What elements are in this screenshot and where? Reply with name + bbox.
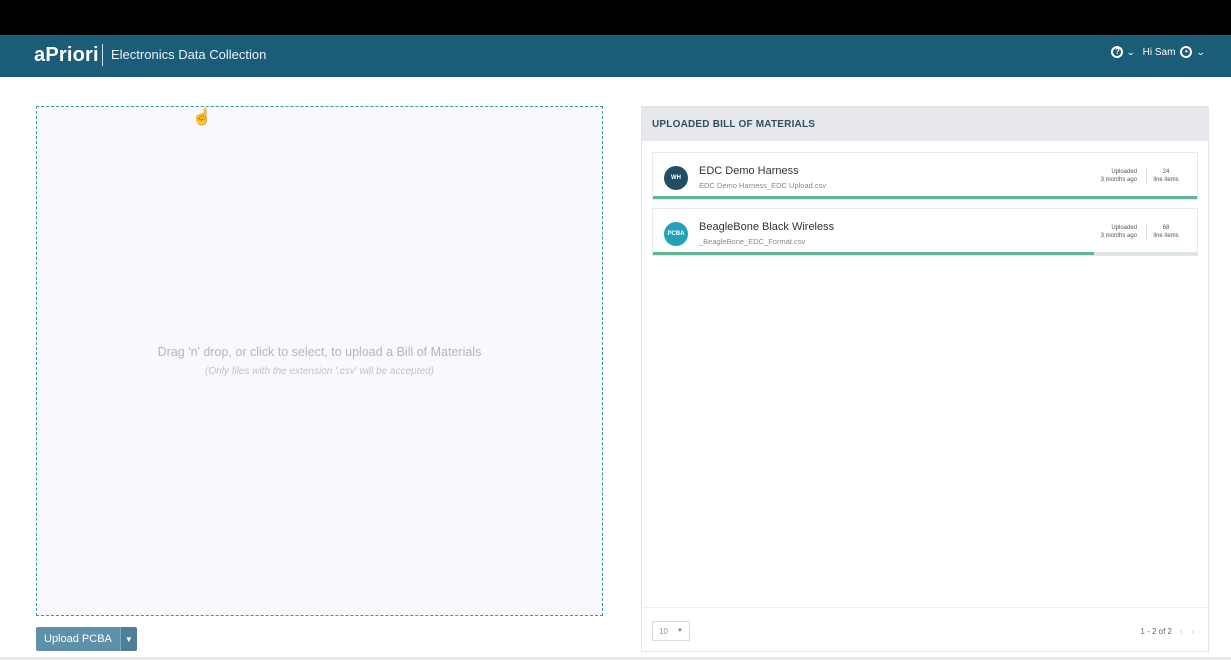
bom-item-uploaded: Uploaded 3 months ago xyxy=(1077,168,1137,184)
meta-divider xyxy=(1146,223,1147,241)
page-size-value: 10 xyxy=(659,626,668,636)
page-size-select[interactable]: 10 ▼ xyxy=(652,621,690,641)
chevron-down-icon: ⌄ xyxy=(1196,46,1207,57)
line-count-value: 68 xyxy=(1162,225,1170,231)
line-count-value: 24 xyxy=(1162,169,1170,175)
dropzone-file-hint: (Only files with the extension '.csv' wi… xyxy=(205,366,434,377)
bom-item[interactable]: WH EDC Demo Harness EDC Demo Harness_EDC… xyxy=(652,152,1198,200)
previous-page-icon[interactable]: ‹ xyxy=(1180,626,1183,636)
app-header: aPriori Electronics Data Collection ? ⌄ … xyxy=(0,35,1231,77)
uploaded-label: Uploaded xyxy=(1111,169,1137,175)
bom-item[interactable]: PCBA BeagleBone Black Wireless _BeagleBo… xyxy=(652,208,1198,256)
harness-badge-icon: WH xyxy=(664,166,688,190)
bom-item-progress xyxy=(653,196,1197,199)
pcba-badge-icon: PCBA xyxy=(664,222,688,246)
next-page-icon[interactable]: › xyxy=(1191,626,1194,636)
pagination-bar: 10 ▼ 1 - 2 of 2 ‹ › xyxy=(642,607,1208,651)
pager: 1 - 2 of 2 ‹ › xyxy=(1140,626,1194,636)
progress-fill xyxy=(653,196,1197,199)
chevron-down-icon: ⌄ xyxy=(1126,46,1137,57)
dropzone-instructions: Drag 'n' drop, or click to select, to up… xyxy=(157,345,482,359)
uploaded-time: 3 months ago xyxy=(1100,233,1137,240)
upload-pcba-split-button[interactable]: Upload PCBA ▼ xyxy=(36,627,137,651)
uploaded-label: Uploaded xyxy=(1111,225,1137,231)
upload-options-dropdown[interactable]: ▼ xyxy=(119,627,137,651)
user-menu[interactable]: Hi Sam • ⌄ xyxy=(1142,46,1207,58)
line-count-label: line items xyxy=(1153,177,1179,184)
meta-divider xyxy=(1146,167,1147,185)
user-circle-icon: • xyxy=(1180,46,1193,58)
uploaded-time: 3 months ago xyxy=(1100,177,1137,184)
line-count-label: line items xyxy=(1153,233,1179,240)
app-logo[interactable]: aPriori xyxy=(34,44,99,67)
bom-item-name: BeagleBone Black Wireless xyxy=(699,221,835,233)
help-circle-icon: ? xyxy=(1111,46,1124,58)
upload-pcba-button[interactable]: Upload PCBA xyxy=(36,627,120,651)
top-black-bar xyxy=(0,0,1231,35)
bom-item-filename: _BeagleBone_EDC_Format.csv xyxy=(699,237,806,246)
hand-cursor-icon: ☝ xyxy=(192,109,212,126)
app-title: Electronics Data Collection xyxy=(111,47,267,62)
page-range: 1 - 2 of 2 xyxy=(1140,626,1172,636)
bom-item-line-count: 24 line items xyxy=(1149,168,1183,184)
bom-dropzone[interactable]: Drag 'n' drop, or click to select, to up… xyxy=(36,106,603,616)
progress-fill xyxy=(653,252,1094,255)
bom-item-progress xyxy=(653,252,1197,255)
header-divider xyxy=(102,44,103,66)
panel-title: UPLOADED BILL OF MATERIALS xyxy=(642,107,1208,141)
bom-item-name: EDC Demo Harness xyxy=(699,165,799,177)
user-greeting: Hi Sam xyxy=(1142,46,1176,58)
help-menu[interactable]: ? ⌄ xyxy=(1111,46,1137,58)
bom-item-uploaded: Uploaded 3 months ago xyxy=(1077,224,1137,240)
bom-item-filename: EDC Demo Harness_EDC Upload.csv xyxy=(699,181,827,190)
bom-item-line-count: 68 line items xyxy=(1149,224,1183,240)
caret-down-icon: ▼ xyxy=(677,628,683,634)
uploaded-bom-panel: UPLOADED BILL OF MATERIALS WH EDC Demo H… xyxy=(641,106,1209,652)
caret-down-icon: ▼ xyxy=(124,634,133,644)
